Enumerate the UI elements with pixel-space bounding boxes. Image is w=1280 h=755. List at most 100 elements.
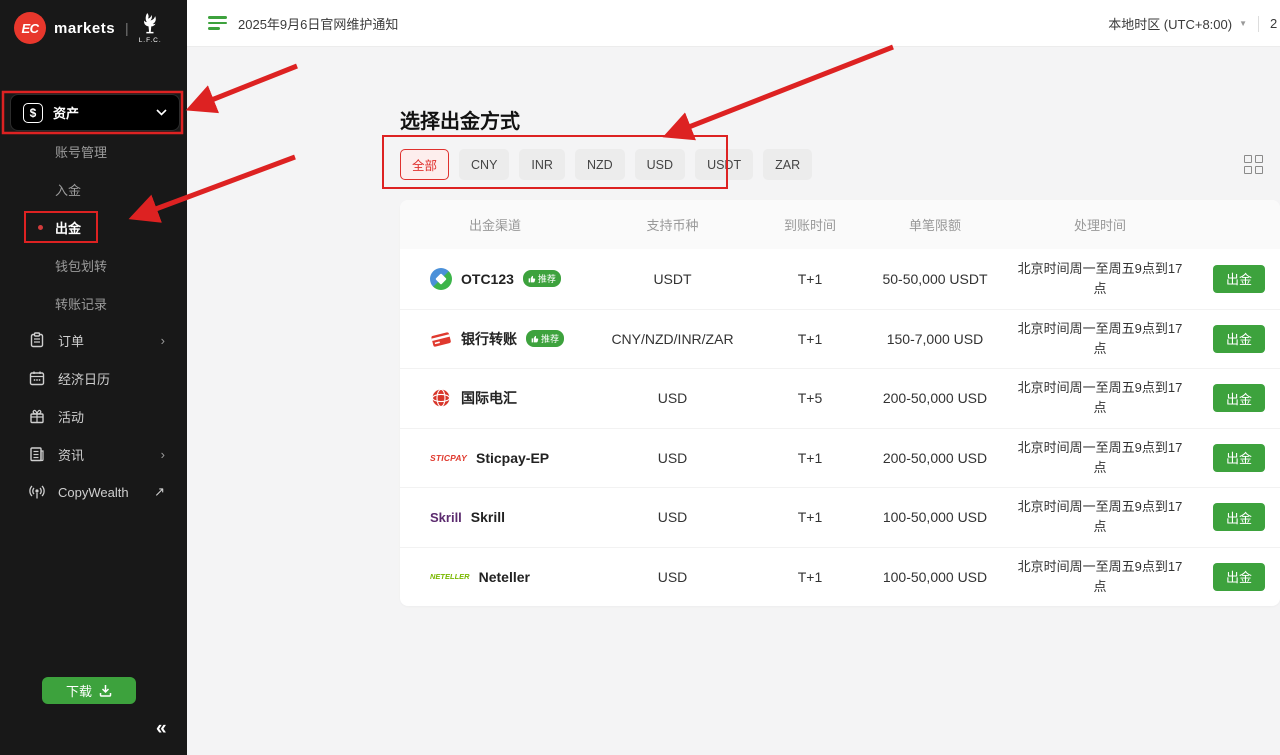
cell-processing: 北京时间周一至周五9点到17点: [1005, 319, 1195, 359]
channel-name: OTC123: [461, 271, 514, 287]
badge-label: 推荐: [538, 272, 556, 285]
cell-currency: USD: [590, 450, 755, 466]
header-processing: 处理时间: [1005, 215, 1195, 234]
cell-processing: 北京时间周一至周五9点到17点: [1005, 557, 1195, 597]
chevron-right-icon: ›: [161, 447, 165, 462]
brand-logo: EC markets | L.F.C.: [14, 12, 162, 44]
channel-name: 银行转账: [461, 329, 517, 349]
maintenance-notice[interactable]: 2025年9月6日官网维护通知: [238, 14, 398, 33]
withdraw-button[interactable]: 出金: [1213, 444, 1265, 472]
table-row-skrill: Skrill Skrill USD T+1 100-50,000 USD 北京时…: [400, 487, 1280, 547]
bank-card-icon: [430, 328, 452, 350]
cell-currency: USD: [590, 509, 755, 525]
cell-currency: USD: [590, 390, 755, 406]
neteller-logo: NETELLER: [430, 572, 470, 581]
withdraw-button[interactable]: 出金: [1213, 503, 1265, 531]
assets-label: 资产: [53, 103, 146, 122]
main-area: 2025年9月6日官网维护通知 本地时区 (UTC+8:00) ▼ 2 选择出金…: [187, 0, 1280, 755]
broadcast-icon: [28, 483, 46, 501]
download-icon: [99, 684, 112, 697]
channel-name: Skrill: [471, 509, 505, 525]
chevron-down-icon: ▼: [1239, 19, 1247, 28]
cell-arrival: T+1: [755, 450, 865, 466]
sidebar-item-copywealth[interactable]: CopyWealth ↗: [0, 476, 187, 508]
channel-name: 国际电汇: [461, 388, 517, 408]
cell-limit: 150-7,000 USD: [865, 331, 1005, 347]
external-link-icon: ↗: [154, 484, 165, 500]
header-limit: 单笔限额: [865, 215, 1005, 234]
content: 选择出金方式 全部 CNY INR NZD USD USDT ZAR 出金渠道 …: [187, 47, 1280, 755]
filter-nzd[interactable]: NZD: [575, 149, 625, 180]
withdraw-button[interactable]: 出金: [1213, 563, 1265, 591]
sidebar-item-transfer-records[interactable]: 转账记录: [0, 288, 187, 318]
sidebar-item-economic-calendar[interactable]: 经济日历: [0, 362, 187, 394]
download-label: 下载: [66, 681, 92, 700]
sidebar-item-news[interactable]: 资讯 ›: [0, 438, 187, 470]
cell-limit: 200-50,000 USD: [865, 390, 1005, 406]
sidebar: EC markets | L.F.C. $ 资产 账号管理 入金 出金 钱包划转…: [0, 0, 187, 755]
sidebar-item-deposit[interactable]: 入金: [0, 174, 187, 204]
table-row-bank-transfer: 银行转账 推荐 CNY/NZD/INR/ZAR T+1 150-7,000 US…: [400, 309, 1280, 369]
nav-item-label: 订单: [58, 331, 149, 350]
sidebar-item-assets[interactable]: $ 资产: [10, 94, 180, 131]
gift-icon: [28, 407, 46, 425]
filter-cny[interactable]: CNY: [459, 149, 509, 180]
cell-arrival: T+1: [755, 271, 865, 287]
recommended-badge: 推荐: [523, 270, 561, 287]
lfc-liverbird-icon: L.F.C.: [139, 12, 162, 44]
filter-usd[interactable]: USD: [635, 149, 685, 180]
sub-item-label: 入金: [55, 180, 81, 199]
withdraw-methods-table: 出金渠道 支持币种 到账时间 单笔限额 处理时间 OTC123 推荐 USDT …: [400, 200, 1280, 606]
grid-view-icon[interactable]: [1244, 155, 1264, 175]
chevron-right-icon: ›: [161, 333, 165, 348]
header-channel: 出金渠道: [400, 215, 590, 234]
collapse-sidebar-icon[interactable]: «: [156, 718, 165, 740]
table-header-row: 出金渠道 支持币种 到账时间 单笔限额 处理时间: [400, 200, 1280, 249]
sidebar-item-withdraw[interactable]: 出金: [0, 212, 187, 242]
withdraw-button[interactable]: 出金: [1213, 265, 1265, 293]
withdraw-button[interactable]: 出金: [1213, 325, 1265, 353]
recommended-badge: 推荐: [526, 330, 564, 347]
cell-currency: USD: [590, 569, 755, 585]
filter-all[interactable]: 全部: [400, 149, 449, 180]
otc123-logo-icon: [430, 268, 452, 290]
cell-processing: 北京时间周一至周五9点到17点: [1005, 497, 1195, 537]
channel-name: Sticpay-EP: [476, 450, 549, 466]
dollar-icon: $: [23, 103, 43, 123]
header-currency: 支持币种: [590, 215, 755, 234]
active-dot-icon: [38, 225, 43, 230]
sub-item-label: 钱包划转: [55, 256, 107, 275]
withdraw-button[interactable]: 出金: [1213, 384, 1265, 412]
divider: [1258, 16, 1259, 32]
menu-hamburger-icon[interactable]: [208, 16, 228, 30]
cell-arrival: T+1: [755, 509, 865, 525]
filter-zar[interactable]: ZAR: [763, 149, 812, 180]
globe-icon: [430, 387, 452, 409]
filter-usdt[interactable]: USDT: [695, 149, 753, 180]
filter-inr[interactable]: INR: [519, 149, 565, 180]
topbar-right: 本地时区 (UTC+8:00) ▼ 2: [1108, 0, 1280, 47]
thumbs-up-icon: [528, 275, 536, 283]
badge-label: 推荐: [541, 332, 559, 345]
cell-processing: 北京时间周一至周五9点到17点: [1005, 259, 1195, 299]
lfc-label: L.F.C.: [139, 37, 162, 44]
topbar: 2025年9月6日官网维护通知 本地时区 (UTC+8:00) ▼ 2: [187, 0, 1280, 47]
table-row-sticpay: STICPAY Sticpay-EP USD T+1 200-50,000 US…: [400, 428, 1280, 488]
cell-limit: 50-50,000 USDT: [865, 271, 1005, 287]
nav-item-label: 活动: [58, 407, 187, 426]
thumbs-up-icon: [531, 335, 539, 343]
sub-item-label: 账号管理: [55, 142, 107, 161]
sidebar-item-wallet-transfer[interactable]: 钱包划转: [0, 250, 187, 280]
cell-processing: 北京时间周一至周五9点到17点: [1005, 438, 1195, 478]
sidebar-item-orders[interactable]: 订单 ›: [0, 324, 187, 356]
sidebar-item-account-management[interactable]: 账号管理: [0, 136, 187, 166]
download-button[interactable]: 下载: [42, 677, 136, 704]
sidebar-item-activities[interactable]: 活动: [0, 400, 187, 432]
cell-arrival: T+5: [755, 390, 865, 406]
ec-logo-icon: EC: [14, 12, 46, 44]
header-arrival: 到账时间: [755, 215, 865, 234]
timezone-selector[interactable]: 本地时区 (UTC+8:00): [1108, 14, 1232, 33]
nav-item-label: CopyWealth: [58, 485, 142, 500]
calendar-icon: [28, 369, 46, 387]
sticpay-logo: STICPAY: [430, 453, 467, 463]
